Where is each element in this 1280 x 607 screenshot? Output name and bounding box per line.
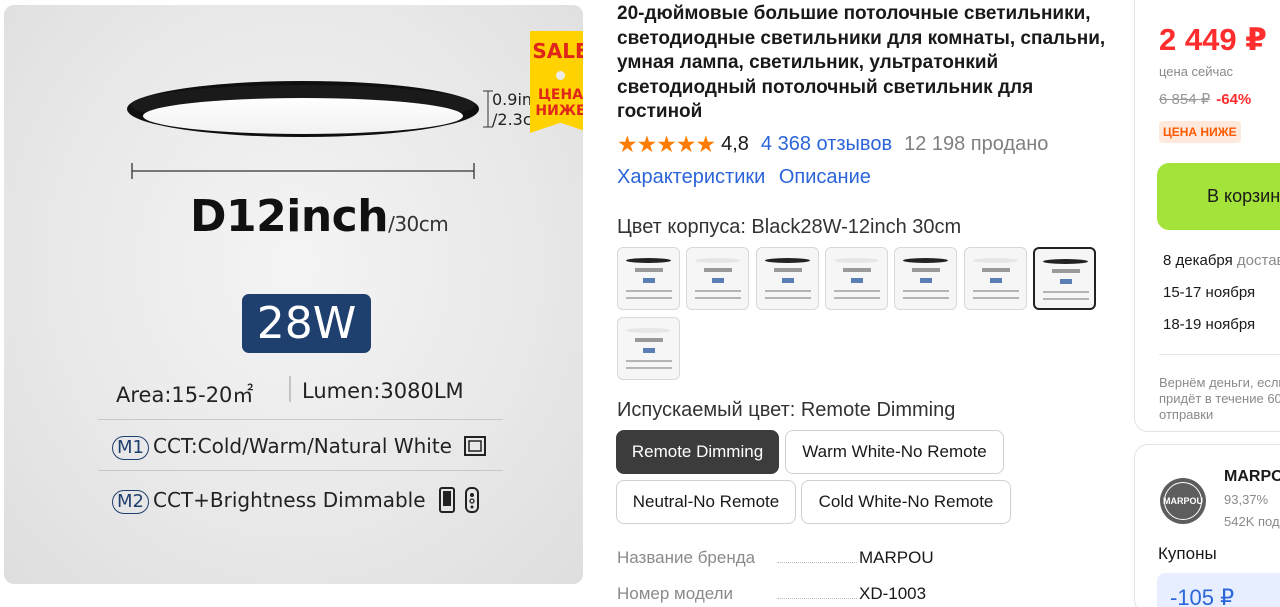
mode1-spec: M1 CCT:Cold/Warm/Natural White (112, 434, 487, 460)
section-links: Характеристики Описание (617, 166, 879, 189)
mode2-spec: M2 CCT+Brightness Dimmable (112, 487, 480, 514)
sale-tag-hole (556, 71, 565, 80)
delivery-option[interactable]: 18-19 ноября (1163, 316, 1255, 333)
phone-icon (438, 487, 455, 513)
property-row: Название бренда MARPOU (617, 548, 947, 568)
product-title: 20-дюймовые большие потолочные светильни… (617, 3, 1106, 122)
property-row: Номер модели XD-1003 (617, 584, 947, 604)
delivery-note: доставка (1236, 252, 1280, 269)
color-option[interactable] (756, 247, 819, 310)
mode2-badge: M2 (112, 490, 149, 514)
color-option-selected[interactable] (1033, 247, 1096, 310)
specs-link[interactable]: Характеристики (617, 166, 765, 188)
rating-value: 4,8 (721, 133, 749, 155)
color-option[interactable] (617, 247, 680, 310)
seller-positive-rate: 93,37% (1224, 492, 1269, 507)
rating-stars-icon: ★★★★★ (617, 131, 716, 157)
property-key: Номер модели (617, 584, 734, 603)
color-option[interactable] (825, 247, 888, 310)
seller-logo[interactable]: MARPOU (1160, 478, 1206, 524)
mode2-text: CCT+Brightness Dimmable (152, 488, 426, 512)
wattage-badge: 28W (242, 294, 371, 353)
delivery-date: 8 декабря (1163, 252, 1233, 269)
sale-tag-text: SALE (532, 39, 583, 63)
purchase-card: 2 449 ₽ цена сейчас 6 854 ₽ -64% ЦЕНА НИЖ… (1134, 0, 1280, 432)
seller-followers: 542K подписчиков (1224, 514, 1280, 529)
mode1-text: CCT:Cold/Warm/Natural White (152, 434, 452, 458)
area-spec: Area:15-20㎡ (116, 383, 254, 407)
property-key: Название бренда (617, 548, 756, 567)
remote-control-icon (465, 487, 480, 513)
spec-divider (98, 419, 503, 420)
refund-notice: Вернём деньги, если товар не придёт в те… (1159, 375, 1280, 422)
rating-row: ★★★★★ 4,8 4 368 отзывов 12 198 продано (617, 131, 1048, 158)
diameter-cm: /30cm (388, 212, 449, 236)
description-link[interactable]: Описание (779, 166, 871, 188)
emit-color-label: Испускаемый цвет: Remote Dimming (617, 399, 956, 421)
coupons-label: Купоны (1158, 544, 1217, 563)
diameter-inch: D12inch (190, 191, 389, 242)
wall-switch-icon (464, 436, 487, 456)
diameter-label: D12inch/30cm (190, 191, 449, 242)
product-main-image[interactable]: 0.9in /2.3c D12inch/30cm 28W Area:15-20㎡… (4, 5, 583, 584)
add-to-cart-button[interactable]: В корзину (1157, 163, 1280, 230)
sale-tag: SALE ЦЕНА НИЖЕ (530, 31, 583, 133)
color-option[interactable] (686, 247, 749, 310)
price-caption: цена сейчас (1159, 64, 1234, 79)
property-value: XD-1003 (859, 584, 927, 603)
emit-option-warm-white[interactable]: Warm White-No Remote (785, 430, 1004, 474)
color-option[interactable] (964, 247, 1027, 310)
color-option[interactable] (617, 317, 680, 380)
delivery-option[interactable]: 15-17 ноября (1163, 284, 1255, 301)
property-dots (777, 562, 857, 563)
old-price: 6 854 ₽ (1159, 91, 1211, 108)
spec-divider-2 (98, 470, 503, 471)
property-value: MARPOU (859, 548, 934, 567)
seller-name[interactable]: MARPOU (1224, 468, 1280, 486)
sold-count: 12 198 продано (904, 133, 1049, 155)
body-color-label: Цвет корпуса: Black28W-12inch 30cm (617, 216, 962, 238)
height-label: 0.9in (492, 90, 533, 109)
emit-option-remote-dimming[interactable]: Remote Dimming (616, 430, 779, 474)
mode1-badge: M1 (112, 436, 149, 460)
emit-option-cold-white[interactable]: Cold White-No Remote (801, 480, 1011, 524)
reviews-link[interactable]: 4 368 отзывов (761, 133, 892, 156)
card-divider (1159, 354, 1280, 355)
delivery-date: 18-19 ноября (1163, 316, 1256, 333)
color-option[interactable] (894, 247, 957, 310)
lumen-spec: Lumen:3080LM (302, 379, 464, 403)
current-price: 2 449 ₽ (1159, 22, 1267, 57)
property-dots (777, 598, 857, 599)
delivery-date: 15-17 ноября (1163, 284, 1256, 301)
emit-option-neutral[interactable]: Neutral-No Remote (616, 480, 796, 524)
discount-percent: -64% (1216, 91, 1252, 108)
seller-card[interactable]: MARPOU MARPOU 93,37% 542K подписчиков Ку… (1134, 444, 1280, 607)
delivery-option[interactable]: 8 декабря доставка (1163, 252, 1280, 269)
coupon-button[interactable]: -105 ₽ (1157, 573, 1280, 607)
sale-tag-subtext: ЦЕНА НИЖЕ (535, 87, 583, 119)
price-lower-badge: ЦЕНА НИЖЕ (1159, 121, 1241, 143)
height-cm-label: /2.3c (492, 110, 532, 129)
old-price-row: 6 854 ₽ -64% (1159, 90, 1251, 108)
